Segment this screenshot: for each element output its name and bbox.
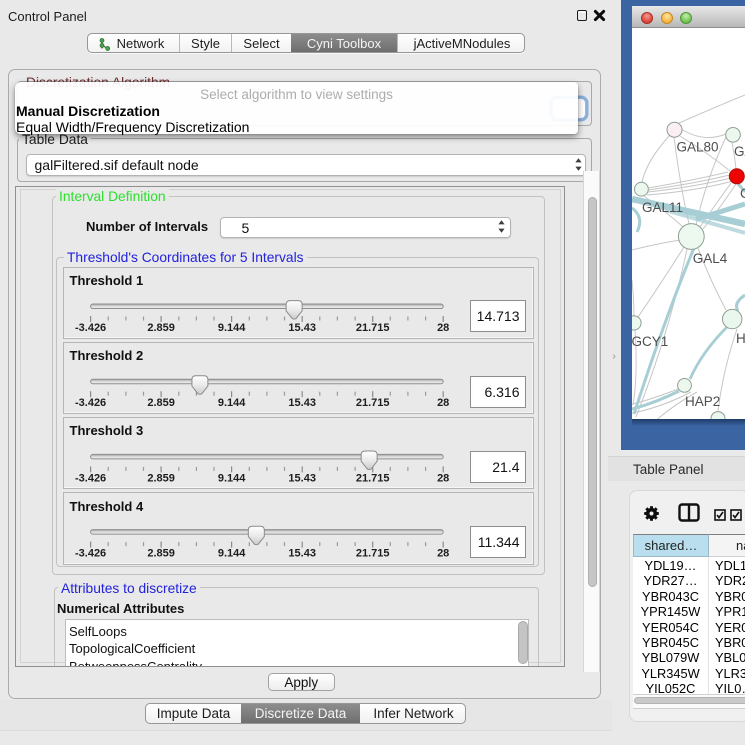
svg-text:15.43: 15.43: [288, 548, 316, 560]
svg-text:9.144: 9.144: [218, 548, 246, 560]
svg-text:2.859: 2.859: [147, 548, 175, 560]
svg-text:9.144: 9.144: [218, 472, 246, 484]
svg-text:15.43: 15.43: [288, 397, 316, 409]
svg-text:21.715: 21.715: [356, 548, 390, 560]
svg-text:-3.426: -3.426: [75, 322, 106, 334]
svg-text:21.715: 21.715: [356, 322, 390, 334]
svg-text:-3.426: -3.426: [75, 548, 106, 560]
svg-text:28: 28: [437, 397, 449, 409]
svg-text:-3.426: -3.426: [75, 472, 106, 484]
svg-text:28: 28: [437, 472, 449, 484]
svg-text:2.859: 2.859: [147, 322, 175, 334]
svg-text:15.43: 15.43: [288, 472, 316, 484]
svg-text:-3.426: -3.426: [75, 397, 106, 409]
svg-text:2.859: 2.859: [147, 397, 175, 409]
svg-text:9.144: 9.144: [218, 397, 246, 409]
svg-text:28: 28: [437, 322, 449, 334]
svg-text:21.715: 21.715: [356, 397, 390, 409]
svg-text:2.859: 2.859: [147, 472, 175, 484]
svg-text:28: 28: [437, 548, 449, 560]
svg-text:15.43: 15.43: [288, 322, 316, 334]
svg-text:9.144: 9.144: [218, 322, 246, 334]
svg-text:21.715: 21.715: [356, 472, 390, 484]
